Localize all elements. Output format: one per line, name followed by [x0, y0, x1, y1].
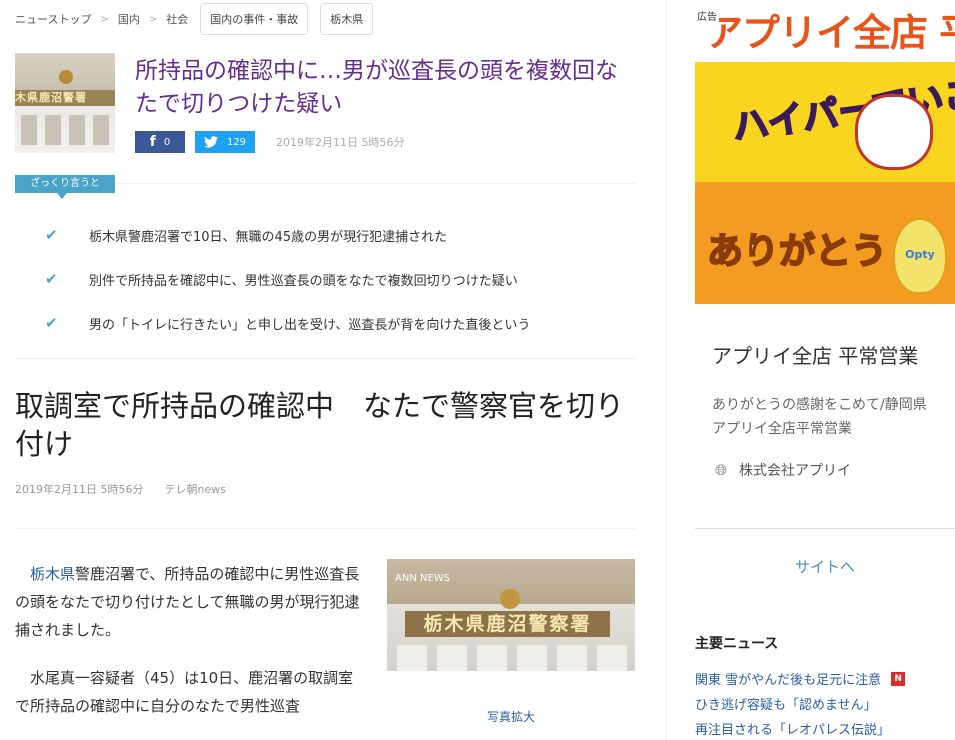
divider	[15, 358, 635, 359]
facebook-count: 0	[163, 136, 171, 148]
crest-icon	[500, 589, 520, 609]
news-title[interactable]: ひき逃げ容疑も「認めません」	[695, 694, 877, 713]
tag-tochigi[interactable]: 栃木県	[320, 3, 374, 35]
breadcrumb-domestic[interactable]: 国内	[118, 11, 140, 27]
share-bar: f 0 129 2019年2月11日 5時56分	[135, 131, 404, 153]
ad-label: 広告	[695, 8, 719, 23]
ad-image-thanks: ありがとう	[706, 230, 888, 273]
summary-text: 別件で所持品を確認中に、男性巡査長の頭をなたで複数回切りつけた疑い	[89, 273, 518, 289]
check-icon: ✔	[45, 270, 58, 288]
news-item[interactable]: ひき逃げ容疑も「認めません」	[695, 691, 955, 716]
check-icon: ✔	[45, 226, 58, 244]
new-badge: N	[891, 671, 906, 686]
breadcrumb-society[interactable]: 社会	[166, 11, 188, 27]
twitter-count: 129	[226, 136, 247, 148]
tag-domestic-incidents[interactable]: 国内の事件・事故	[200, 3, 309, 35]
ad-name[interactable]: アプリイ全店 平常営業	[712, 340, 918, 369]
tochigi-link[interactable]: 栃木県	[30, 565, 75, 583]
column-divider	[666, 0, 667, 740]
summary-list: ✔ 栃木県警鹿沼署で10日、無職の45歳の男が現行犯逮捕された ✔ 別件で所持品を確…	[45, 213, 625, 345]
news-logo: ANN NEWS	[395, 573, 451, 584]
summary-text: 男の「トイレに行きたい」と申し出を受け、巡査長が背を向けた直後という	[89, 317, 531, 333]
news-item[interactable]: 再注目される「レオパレス伝説」	[695, 716, 955, 740]
facebook-icon: f	[149, 134, 156, 150]
article-meta: 2019年2月11日 5時56分 テレ朝news	[15, 481, 226, 497]
sidebar: 広告 アプリイ全店 平常営 ハイパーでいこう! ありがとう Opty アプリイ全…	[695, 0, 955, 740]
news-title[interactable]: 再注目される「レオパレス伝説」	[695, 719, 890, 738]
facebook-share-button[interactable]: f 0	[135, 131, 185, 153]
body-paragraph: 水尾真一容疑者（45）は10日、鹿沼署の取調室で所持品の確認中に自分のなたで男性…	[15, 669, 354, 715]
thumbnail-sign: 木県鹿沼警署	[15, 90, 115, 106]
photo-enlarge-link[interactable]: 写真拡大	[387, 708, 635, 725]
article-body: 栃木県警鹿沼署で、所持品の確認中に男性巡査長の頭をなたで切り付けたとして無職の男…	[15, 560, 360, 740]
publish-date: 2019年2月11日 5時56分	[276, 136, 405, 149]
news-title[interactable]: 関東 雪がやんだ後も足元に注意	[695, 669, 881, 688]
ad-company: 🌐︎ 株式会社アプリイ	[715, 460, 851, 480]
body-paragraph: 栃木県警鹿沼署で、所持品の確認中に男性巡査長の頭をなたで切り付けたとして無職の男…	[15, 560, 360, 644]
egg-mascot-icon: Opty	[893, 218, 947, 294]
news-item[interactable]: 関東 雪がやんだ後も足元に注意 N	[695, 666, 955, 691]
breadcrumb-news-top[interactable]: ニューストップ	[15, 11, 91, 27]
divider	[695, 528, 955, 529]
globe-icon: 🌐︎	[715, 461, 728, 479]
article-photo[interactable]: ANN NEWS 栃木県鹿沼警察署	[387, 559, 635, 671]
crest-icon	[59, 70, 73, 84]
summary-item: ✔ 栃木県警鹿沼署で10日、無職の45歳の男が現行犯逮捕された	[45, 213, 625, 257]
summary-label: ざっくり言うと	[15, 175, 115, 199]
ad-description: ありがとうの感謝をこめて/静岡県 アプリイ全店平常営業	[712, 397, 927, 437]
summary-text: 栃木県警鹿沼署で10日、無職の45歳の男が現行犯逮捕された	[89, 229, 448, 245]
mascot-icon	[855, 94, 933, 170]
chevron-right-icon: >	[148, 13, 158, 25]
major-news-heading: 主要ニュース	[695, 636, 779, 652]
chevron-right-icon: >	[100, 13, 109, 25]
summary-item: ✔ 別件で所持品を確認中に、男性巡査長の頭をなたで複数回切りつけた疑い	[45, 257, 625, 301]
ad-banner-title[interactable]: アプリイ全店 平常営	[705, 2, 955, 57]
check-icon: ✔	[45, 314, 58, 332]
twitter-icon	[203, 136, 218, 148]
page-title: 所持品の確認中に…男が巡査長の頭を複数回なたで切りつけた疑い	[135, 58, 618, 117]
ad-banner-image[interactable]: ハイパーでいこう! ありがとう Opty	[695, 62, 955, 304]
major-news-list: 関東 雪がやんだ後も足元に注意 N ひき逃げ容疑も「認めません」 再注目される「レ…	[695, 666, 955, 740]
divider	[15, 528, 635, 529]
photo-sign: 栃木県鹿沼警察署	[405, 611, 610, 637]
twitter-share-button[interactable]: 129	[195, 131, 255, 153]
main-column: ニューストップ > 国内 > 社会 国内の事件・事故 栃木県 木県鹿沼警署 所持…	[0, 0, 655, 740]
article-source[interactable]: テレ朝news	[164, 481, 225, 497]
ad-company-name: 株式会社アプリイ	[739, 463, 852, 479]
article-title: 取調室で所持品の確認中 なたで警察官を切り付け	[15, 389, 625, 461]
summary-item: ✔ 男の「トイレに行きたい」と申し出を受け、巡査長が背を向けた直後という	[45, 301, 625, 345]
breadcrumb: ニューストップ > 国内 > 社会 国内の事件・事故 栃木県	[15, 3, 374, 35]
article-thumbnail[interactable]: 木県鹿沼警署	[15, 53, 115, 153]
ad-site-link[interactable]: サイトへ	[695, 556, 955, 577]
article-date: 2019年2月11日 5時56分	[15, 483, 144, 496]
